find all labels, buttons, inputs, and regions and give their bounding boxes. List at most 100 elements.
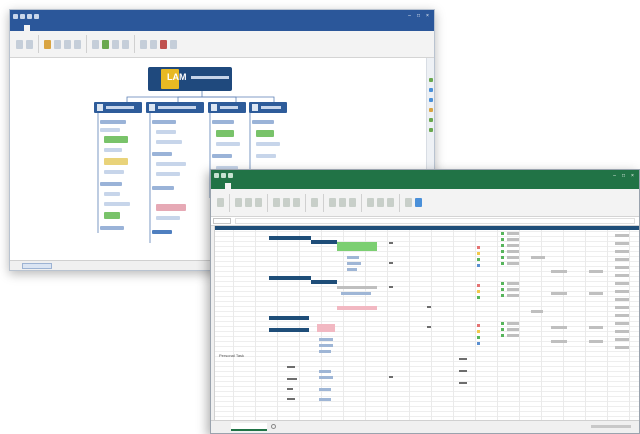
total-cell[interactable] bbox=[615, 258, 629, 261]
total-cell[interactable] bbox=[615, 266, 629, 269]
task-cell-flagged[interactable] bbox=[317, 324, 335, 332]
task-cell[interactable] bbox=[347, 262, 361, 265]
date-cell[interactable] bbox=[507, 282, 519, 285]
subtopic[interactable] bbox=[104, 202, 130, 206]
date-cell[interactable] bbox=[507, 322, 519, 325]
value-cell[interactable] bbox=[459, 382, 467, 384]
formula-input[interactable] bbox=[235, 218, 635, 224]
resource-cell[interactable] bbox=[589, 292, 603, 295]
group-header-cell[interactable] bbox=[269, 236, 311, 240]
project-title-cell[interactable] bbox=[217, 226, 269, 230]
date-cell[interactable] bbox=[507, 334, 519, 337]
subtopic[interactable] bbox=[212, 154, 232, 158]
central-topic[interactable]: LAM bbox=[148, 67, 232, 91]
tab-home[interactable] bbox=[225, 183, 231, 189]
underline-icon[interactable] bbox=[255, 198, 262, 207]
italic-icon[interactable] bbox=[245, 198, 252, 207]
tab-data[interactable] bbox=[265, 183, 271, 189]
group-header-cell[interactable] bbox=[269, 328, 309, 332]
panel-icon[interactable] bbox=[429, 128, 433, 132]
total-cell[interactable] bbox=[615, 298, 629, 301]
total-cell[interactable] bbox=[615, 250, 629, 253]
value-cell[interactable] bbox=[427, 306, 431, 308]
align-center-icon[interactable] bbox=[283, 198, 290, 207]
tab-insert[interactable] bbox=[34, 25, 40, 31]
tab-design[interactable] bbox=[44, 25, 50, 31]
bold-icon[interactable] bbox=[235, 198, 242, 207]
total-cell[interactable] bbox=[615, 322, 629, 325]
tab-help[interactable] bbox=[74, 25, 80, 31]
format-icon[interactable] bbox=[387, 198, 394, 207]
panel-icon[interactable] bbox=[429, 108, 433, 112]
owner-cell[interactable] bbox=[287, 398, 295, 400]
tab-view[interactable] bbox=[54, 25, 60, 31]
task-cell[interactable] bbox=[319, 376, 333, 379]
branch-topic[interactable] bbox=[146, 102, 204, 113]
task-cell[interactable] bbox=[347, 256, 359, 259]
worksheet-grid[interactable]: Personal Task bbox=[211, 226, 639, 422]
owner-cell[interactable] bbox=[287, 366, 295, 368]
total-cell[interactable] bbox=[615, 306, 629, 309]
task-cell-flagged[interactable] bbox=[337, 306, 377, 310]
tab-tools[interactable] bbox=[64, 25, 70, 31]
format-table-icon[interactable] bbox=[339, 198, 346, 207]
resource-cell[interactable] bbox=[589, 326, 603, 329]
task-cell[interactable] bbox=[341, 292, 371, 295]
tab-review[interactable] bbox=[275, 183, 281, 189]
owner-cell[interactable] bbox=[287, 388, 293, 390]
maximize-icon[interactable]: □ bbox=[620, 173, 627, 179]
total-cell[interactable] bbox=[615, 330, 629, 333]
map-page-tab[interactable] bbox=[22, 263, 52, 269]
total-cell[interactable] bbox=[615, 346, 629, 349]
topic-icon[interactable] bbox=[44, 39, 51, 49]
total-cell[interactable] bbox=[615, 234, 629, 237]
resource-cell[interactable] bbox=[531, 310, 543, 313]
subtopic[interactable] bbox=[104, 212, 120, 219]
subtopic[interactable] bbox=[100, 120, 126, 124]
tab-view[interactable] bbox=[285, 183, 291, 189]
tab-formulas[interactable] bbox=[255, 183, 261, 189]
subtopic[interactable] bbox=[156, 140, 182, 144]
sort-filter-icon[interactable] bbox=[405, 198, 412, 207]
name-box[interactable] bbox=[213, 218, 231, 224]
subtopic[interactable] bbox=[216, 130, 234, 137]
resource-cell[interactable] bbox=[531, 256, 545, 259]
tab-insert[interactable] bbox=[235, 183, 241, 189]
close-icon[interactable]: × bbox=[629, 173, 636, 179]
tab-page-layout[interactable] bbox=[245, 183, 251, 189]
save-icon[interactable] bbox=[221, 173, 226, 178]
cut-icon[interactable] bbox=[26, 39, 33, 49]
resource-cell[interactable] bbox=[551, 292, 567, 295]
subtopic[interactable] bbox=[212, 120, 234, 124]
group-header-cell[interactable] bbox=[311, 240, 337, 244]
subtopic[interactable] bbox=[252, 120, 274, 124]
task-cell[interactable] bbox=[347, 268, 357, 271]
subtopic[interactable] bbox=[256, 130, 274, 137]
add-sheet-icon[interactable] bbox=[271, 424, 276, 429]
align-left-icon[interactable] bbox=[273, 198, 280, 207]
resource-cell[interactable] bbox=[589, 270, 603, 273]
subtopic[interactable] bbox=[104, 158, 128, 165]
subtopic[interactable] bbox=[216, 142, 240, 146]
resource-cell[interactable] bbox=[589, 340, 603, 343]
subtopic[interactable] bbox=[256, 154, 276, 158]
subtopic[interactable] bbox=[156, 204, 186, 211]
date-cell[interactable] bbox=[507, 256, 519, 259]
value-cell[interactable] bbox=[459, 370, 467, 372]
filter-icon[interactable] bbox=[170, 39, 177, 49]
branch-topic[interactable] bbox=[249, 102, 287, 113]
note-icon[interactable] bbox=[122, 39, 129, 49]
branch-topic[interactable] bbox=[94, 102, 142, 113]
undo-icon[interactable] bbox=[27, 13, 32, 19]
callout-icon[interactable] bbox=[64, 39, 71, 49]
total-cell[interactable] bbox=[615, 282, 629, 285]
number-format-icon[interactable] bbox=[311, 198, 318, 207]
maximize-icon[interactable]: □ bbox=[415, 13, 422, 19]
value-cell[interactable] bbox=[389, 376, 393, 378]
delete-icon[interactable] bbox=[377, 198, 384, 207]
find-icon[interactable] bbox=[415, 198, 422, 207]
resource-cell[interactable] bbox=[551, 270, 567, 273]
value-cell[interactable] bbox=[389, 242, 393, 244]
total-cell[interactable] bbox=[615, 274, 629, 277]
cell-styles-icon[interactable] bbox=[349, 198, 356, 207]
